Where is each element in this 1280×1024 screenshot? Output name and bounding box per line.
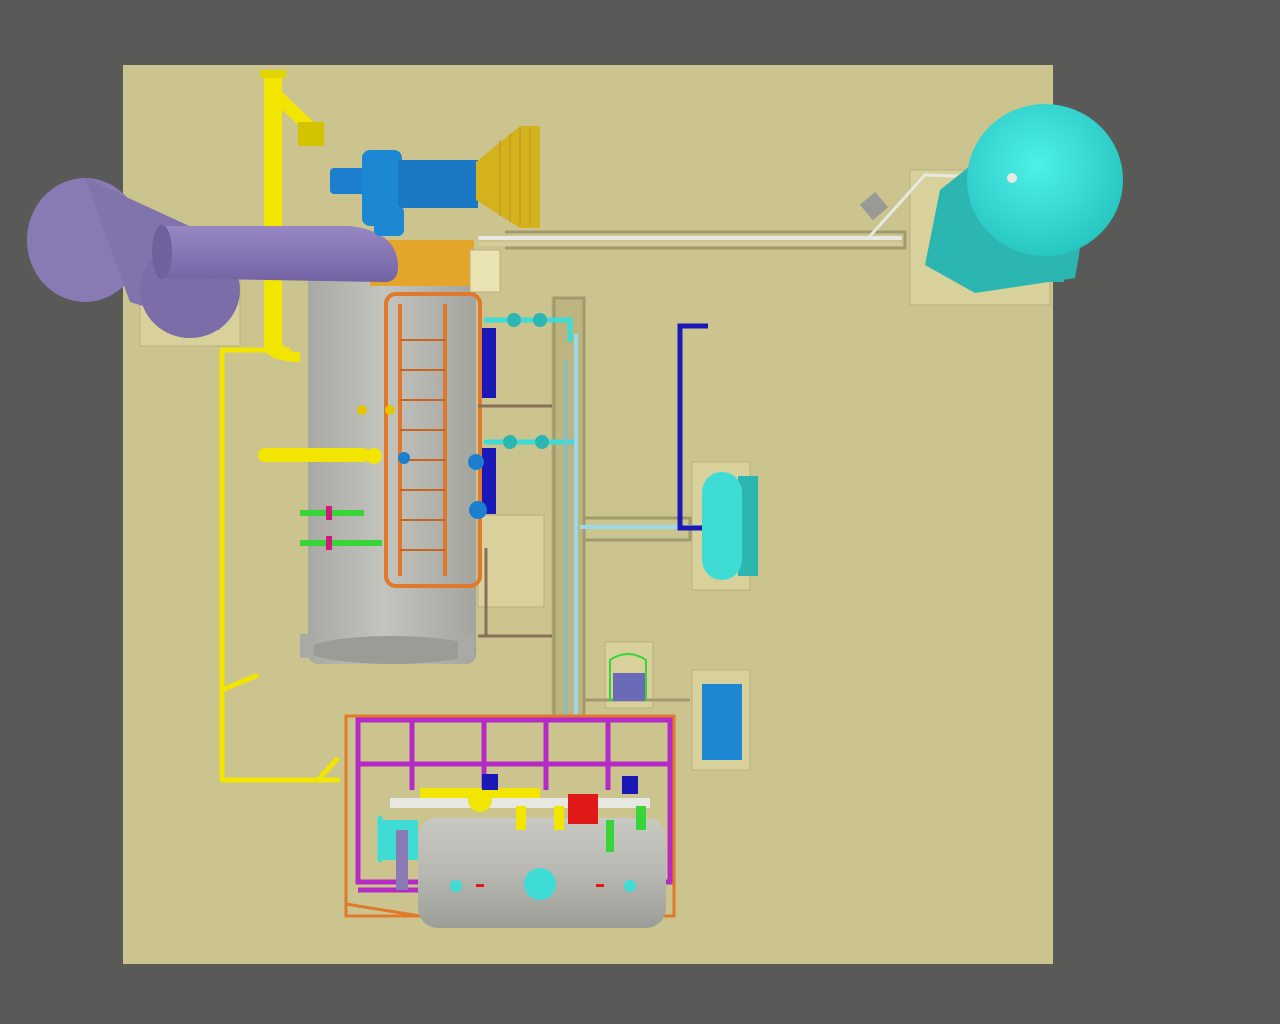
valve-pad: [477, 514, 545, 608]
trench-grate: [551, 297, 585, 719]
horizontal-deaerator-tank: [418, 818, 666, 928]
control-panel: [469, 249, 501, 293]
single-pump: [702, 684, 742, 760]
feed-pump-pair: [702, 472, 758, 580]
plant-room-3d-render: [27, 65, 1123, 964]
